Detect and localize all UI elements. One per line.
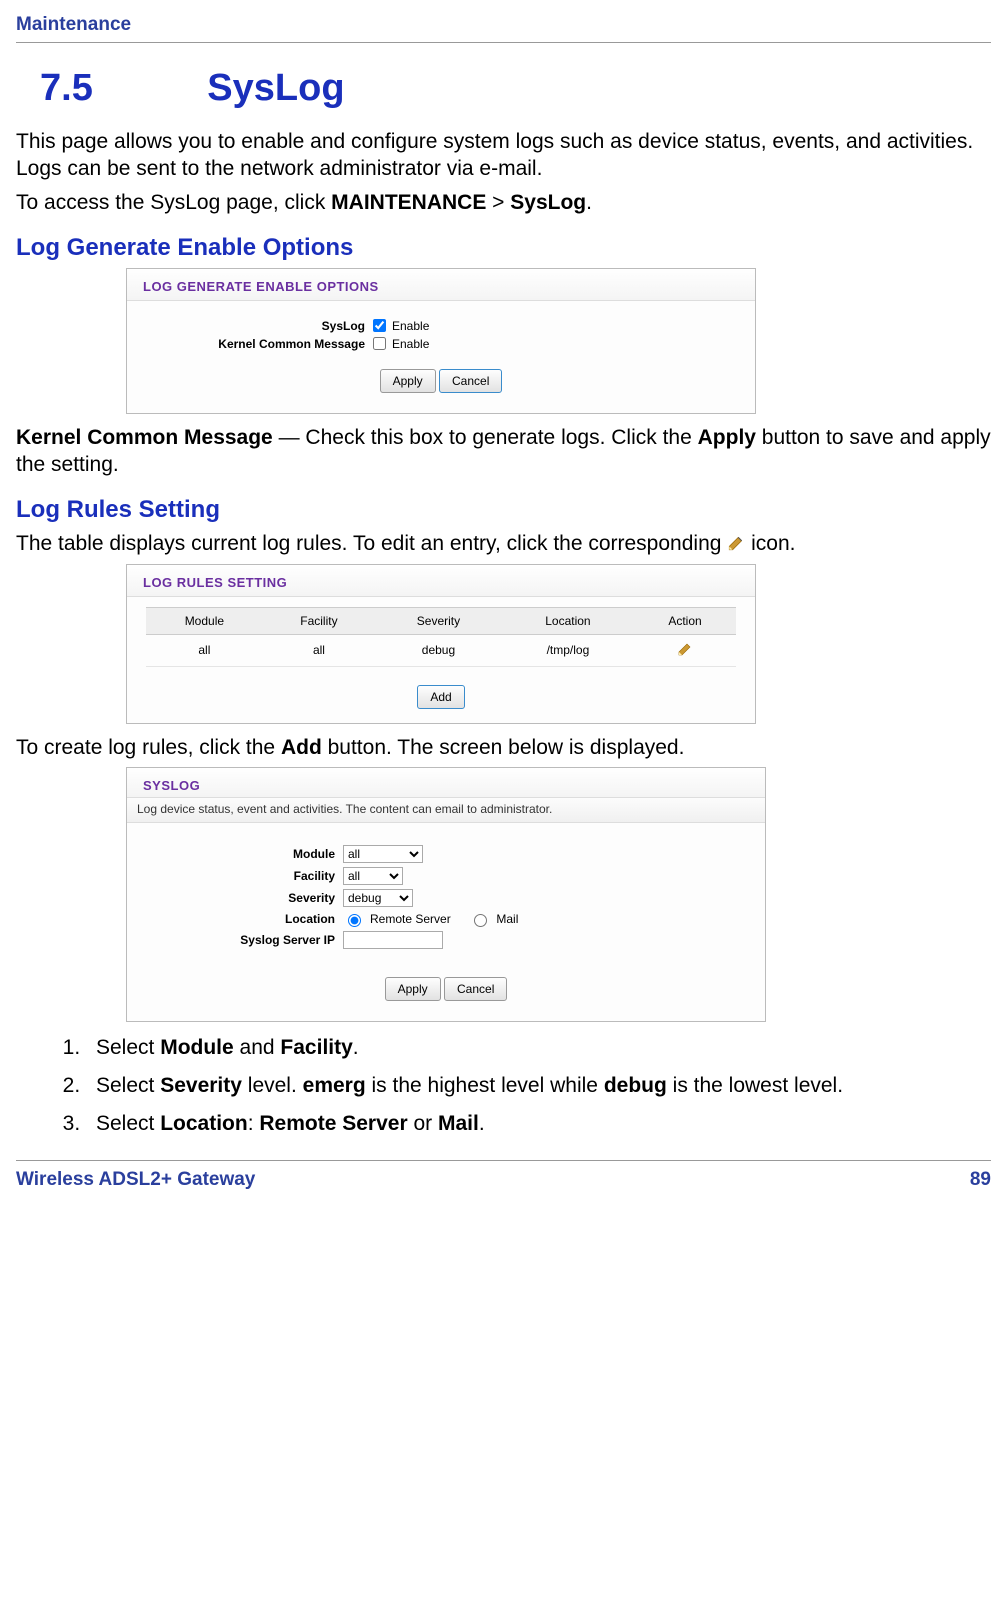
- location-radio-mail[interactable]: [474, 914, 487, 927]
- text-fragment: icon.: [751, 532, 795, 555]
- cell-facility: all: [263, 634, 375, 666]
- log-rules-description: The table displays current log rules. To…: [16, 530, 991, 557]
- text-bold: emerg: [303, 1074, 366, 1097]
- remote-server-label: Remote Server: [370, 912, 451, 926]
- pencil-icon: [727, 534, 745, 552]
- col-severity: Severity: [375, 607, 502, 634]
- panel-log-rules: LOG RULES SETTING Module Facility Severi…: [126, 564, 756, 724]
- apply-button[interactable]: Apply: [380, 369, 436, 393]
- rules-table: Module Facility Severity Location Action…: [146, 607, 736, 667]
- text-bold: Location: [160, 1112, 248, 1135]
- enable-label: Enable: [392, 337, 429, 351]
- pencil-icon[interactable]: [677, 641, 693, 657]
- step-1: Select Module and Facility.: [86, 1036, 991, 1060]
- text-bold-add: Add: [281, 736, 322, 759]
- text-fragment: or: [408, 1112, 438, 1135]
- step-2: Select Severity level. emerg is the high…: [86, 1074, 991, 1098]
- kernel-common-label: Kernel Common Message: [143, 337, 373, 351]
- text-bold: Module: [160, 1036, 234, 1059]
- text-bold: Kernel Common Message: [16, 426, 273, 449]
- text-fragment: Select: [96, 1036, 160, 1059]
- panel-caption: Log device status, event and activities.…: [127, 798, 765, 823]
- col-location: Location: [502, 607, 634, 634]
- panel-header-label: LOG GENERATE ENABLE OPTIONS: [127, 269, 755, 301]
- kernel-common-checkbox[interactable]: [373, 337, 386, 350]
- col-module: Module: [146, 607, 263, 634]
- text-bold: debug: [604, 1074, 667, 1097]
- intro-paragraph-2: To access the SysLog page, click MAINTEN…: [16, 189, 991, 216]
- syslog-label: SysLog: [143, 319, 373, 333]
- text-fragment: — Check this box to generate logs. Click…: [273, 426, 698, 449]
- cancel-button[interactable]: Cancel: [444, 977, 507, 1001]
- footer-product: Wireless ADSL2+ Gateway: [16, 1169, 255, 1191]
- text-fragment: is the highest level while: [366, 1074, 604, 1097]
- text-bold: Remote Server: [259, 1112, 407, 1135]
- text-fragment: .: [586, 191, 592, 214]
- severity-select[interactable]: debug: [343, 889, 413, 907]
- cell-action[interactable]: [634, 634, 736, 666]
- kernel-message-description: Kernel Common Message — Check this box t…: [16, 424, 991, 479]
- col-action: Action: [634, 607, 736, 634]
- text-bold: Facility: [280, 1036, 352, 1059]
- text-bold: Severity: [160, 1074, 242, 1097]
- module-label: Module: [143, 847, 343, 861]
- cell-location: /tmp/log: [502, 634, 634, 666]
- cell-severity: debug: [375, 634, 502, 666]
- cancel-button[interactable]: Cancel: [439, 369, 502, 393]
- text-fragment: :: [248, 1112, 260, 1135]
- text-fragment: .: [353, 1036, 359, 1059]
- cell-module: all: [146, 634, 263, 666]
- panel-log-generate-options: LOG GENERATE ENABLE OPTIONS SysLog Enabl…: [126, 268, 756, 414]
- text-fragment: >: [486, 191, 510, 214]
- serverip-input[interactable]: [343, 931, 443, 949]
- step-3: Select Location: Remote Server or Mail.: [86, 1112, 991, 1136]
- table-header-row: Module Facility Severity Location Action: [146, 607, 736, 634]
- page-number: 89: [970, 1169, 991, 1191]
- breadcrumb-maintenance: MAINTENANCE: [331, 191, 486, 214]
- section-number: 7.5: [40, 67, 93, 110]
- text-fragment: and: [234, 1036, 281, 1059]
- text-bold-apply: Apply: [698, 426, 756, 449]
- syslog-checkbox[interactable]: [373, 319, 386, 332]
- section-title: SysLog: [207, 67, 344, 110]
- module-select[interactable]: all: [343, 845, 423, 863]
- intro-paragraph-1: This page allows you to enable and confi…: [16, 128, 991, 183]
- col-facility: Facility: [263, 607, 375, 634]
- create-rules-description: To create log rules, click the Add butto…: [16, 734, 991, 761]
- panel-header-label: SYSLOG: [127, 768, 765, 798]
- add-button[interactable]: Add: [417, 685, 464, 709]
- text-fragment: Select: [96, 1074, 160, 1097]
- text-fragment: To create log rules, click the: [16, 736, 281, 759]
- text-fragment: Select: [96, 1112, 160, 1135]
- steps-list: Select Module and Facility. Select Sever…: [16, 1036, 991, 1136]
- severity-label: Severity: [143, 891, 343, 905]
- location-radio-remote[interactable]: [348, 914, 361, 927]
- facility-select[interactable]: all: [343, 867, 403, 885]
- enable-label: Enable: [392, 319, 429, 333]
- apply-button[interactable]: Apply: [385, 977, 441, 1001]
- text-fragment: To access the SysLog page, click: [16, 191, 331, 214]
- panel-syslog-form: SYSLOG Log device status, event and acti…: [126, 767, 766, 1022]
- heading-log-generate: Log Generate Enable Options: [16, 234, 991, 262]
- text-fragment: The table displays current log rules. To…: [16, 532, 727, 555]
- table-row: all all debug /tmp/log: [146, 634, 736, 666]
- location-label: Location: [143, 912, 343, 926]
- text-fragment: .: [479, 1112, 485, 1135]
- text-fragment: is the lowest level.: [667, 1074, 843, 1097]
- serverip-label: Syslog Server IP: [143, 933, 343, 947]
- breadcrumb-syslog: SysLog: [510, 191, 586, 214]
- mail-label: Mail: [496, 912, 518, 926]
- heading-log-rules: Log Rules Setting: [16, 496, 991, 524]
- chapter-header: Maintenance: [16, 10, 991, 43]
- text-bold: Mail: [438, 1112, 479, 1135]
- text-fragment: level.: [242, 1074, 303, 1097]
- page-footer: Wireless ADSL2+ Gateway 89: [16, 1160, 991, 1209]
- facility-label: Facility: [143, 869, 343, 883]
- text-fragment: button. The screen below is displayed.: [322, 736, 685, 759]
- panel-header-label: LOG RULES SETTING: [127, 565, 755, 597]
